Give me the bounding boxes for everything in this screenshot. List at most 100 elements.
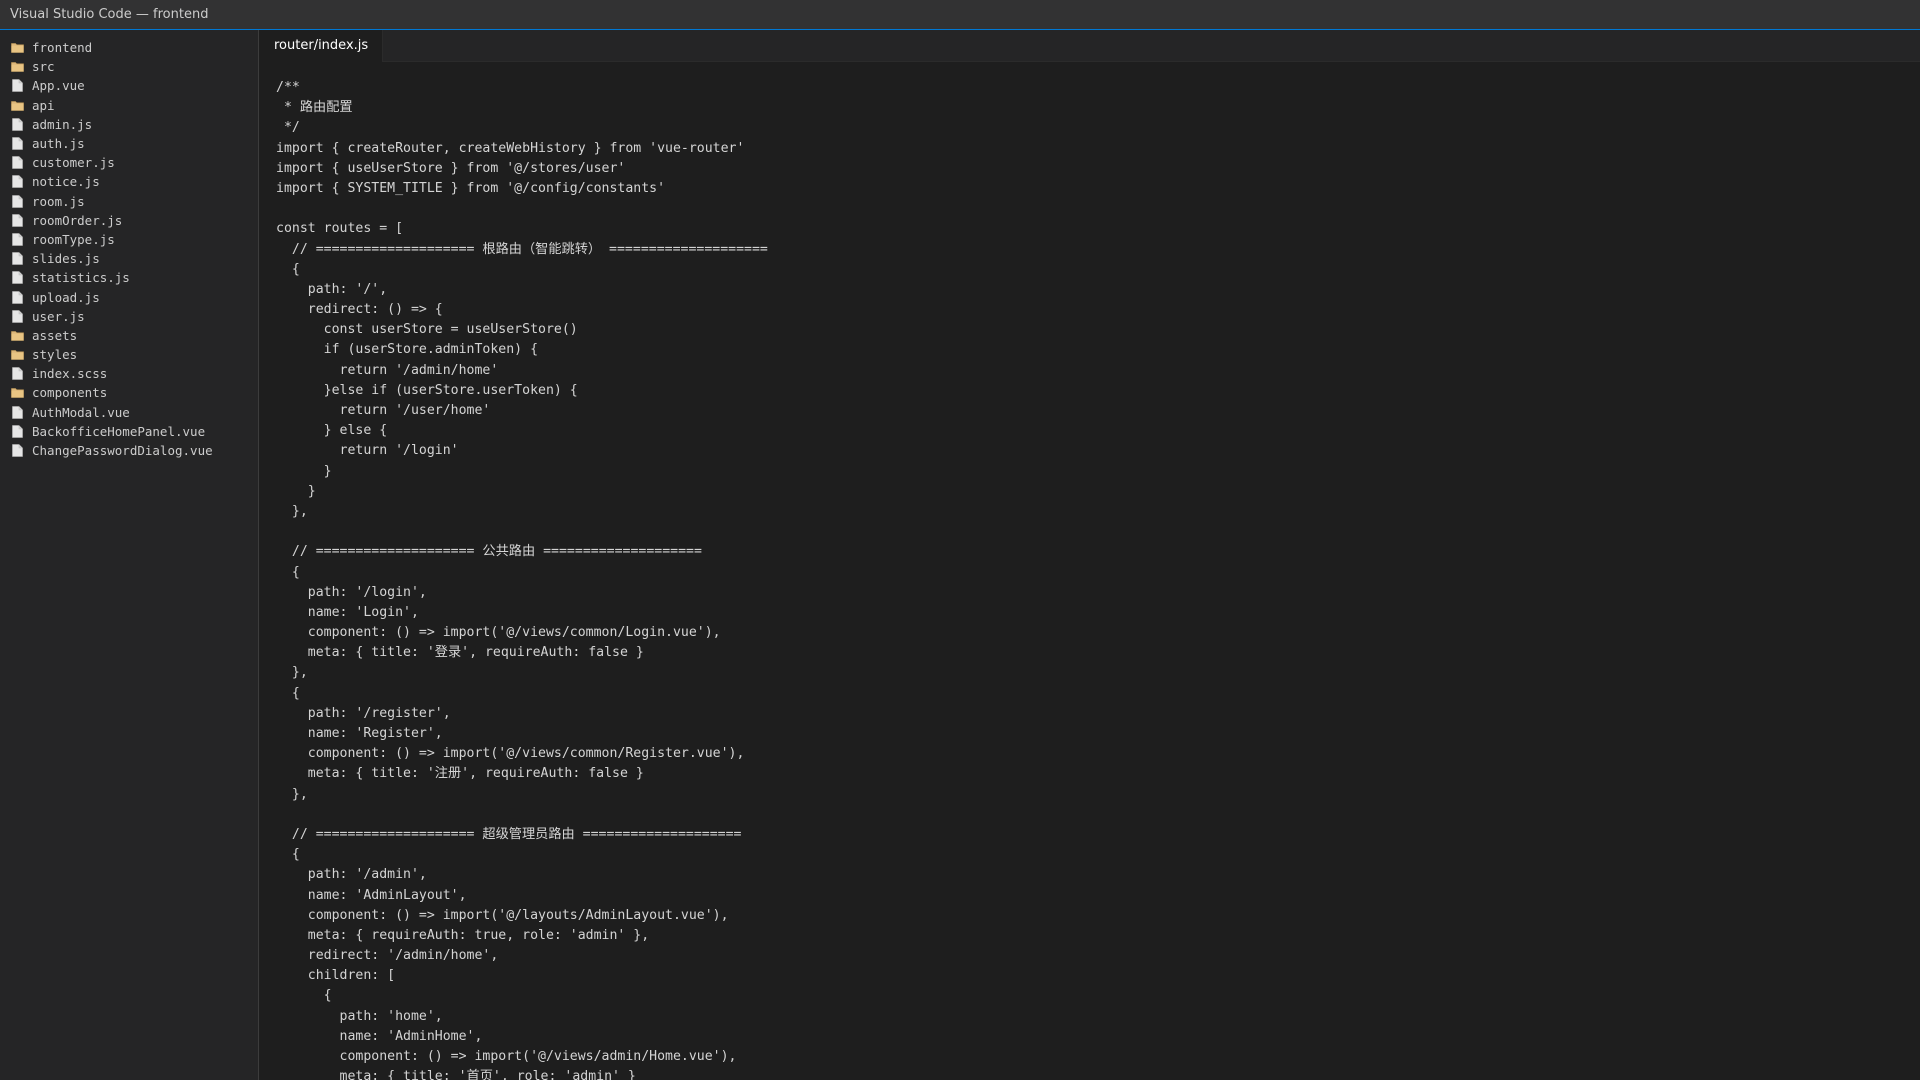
file-icon <box>10 252 24 266</box>
sidebar-item-label: slides.js <box>32 251 100 267</box>
sidebar-item[interactable]: assets <box>0 326 258 345</box>
file-icon <box>10 405 24 419</box>
code-line: } <box>276 483 316 499</box>
sidebar-item[interactable]: upload.js <box>0 287 258 306</box>
sidebar-item-label: ChangePasswordDialog.vue <box>32 443 213 459</box>
file-icon <box>10 309 24 323</box>
sidebar-item-label: roomType.js <box>32 231 115 247</box>
code-line: }else if (userStore.userToken) { <box>276 382 578 398</box>
sidebar-item-label: BackofficeHomePanel.vue <box>32 423 206 439</box>
sidebar-item[interactable]: App.vue <box>0 76 258 95</box>
code-line: meta: { requireAuth: true, role: 'admin'… <box>276 927 650 943</box>
file-icon <box>10 271 24 285</box>
code-line: const routes = [ <box>276 221 404 237</box>
sidebar-item-label: customer.js <box>32 155 115 171</box>
tab-router-index-js[interactable]: router/index.js <box>260 30 384 62</box>
file-icon <box>10 232 24 246</box>
code-line: component: () => import('@/views/common/… <box>276 625 721 641</box>
sidebar-item[interactable]: styles <box>0 345 258 364</box>
sidebar-item[interactable]: customer.js <box>0 153 258 172</box>
file-icon <box>10 194 24 208</box>
file-icon <box>10 175 24 189</box>
code-line: } <box>276 463 332 479</box>
sidebar-item[interactable]: BackofficeHomePanel.vue <box>0 422 258 441</box>
folder-icon <box>10 386 24 400</box>
sidebar-item-label: admin.js <box>32 116 93 132</box>
sidebar-item-label: styles <box>32 347 78 363</box>
code-line: }, <box>276 503 308 519</box>
sidebar-item-label: App.vue <box>32 78 85 94</box>
sidebar-item[interactable]: notice.js <box>0 172 258 191</box>
sidebar-item[interactable]: user.js <box>0 307 258 326</box>
code-line: /** <box>276 80 300 95</box>
code-line: { <box>276 847 300 863</box>
code-line: // ==================== 根路由（智能跳转） ======… <box>276 241 768 257</box>
sidebar-item[interactable]: statistics.js <box>0 268 258 287</box>
code-line: // ==================== 公共路由 ===========… <box>276 544 702 560</box>
sidebar-item[interactable]: roomOrder.js <box>0 211 258 230</box>
sidebar-item[interactable]: roomType.js <box>0 230 258 249</box>
vscode-window: Visual Studio Code — frontend frontend sr… <box>0 0 1920 1080</box>
sidebar-item-label: src <box>32 59 55 75</box>
sidebar-item[interactable]: admin.js <box>0 115 258 134</box>
sidebar-item[interactable]: index.scss <box>0 364 258 383</box>
file-icon <box>10 79 24 93</box>
sidebar-item-label: assets <box>32 327 78 343</box>
sidebar-item[interactable]: api <box>0 96 258 115</box>
sidebar-item[interactable]: slides.js <box>0 249 258 268</box>
folder-icon <box>10 98 24 112</box>
sidebar-item[interactable]: frontend <box>0 38 258 57</box>
file-icon <box>10 137 24 151</box>
code-line: if (userStore.adminToken) { <box>276 342 539 358</box>
file-icon <box>10 367 24 381</box>
code-line: component: () => import('@/views/common/… <box>276 746 745 762</box>
code-line: // ==================== 超级管理员路由 ========… <box>276 826 742 842</box>
code-line: redirect: '/admin/home', <box>276 948 499 964</box>
code-line: */ <box>276 120 300 136</box>
code-line: }, <box>276 665 308 681</box>
sidebar-item-label: statistics.js <box>32 270 130 286</box>
code-line: import { useUserStore } from '@/stores/u… <box>276 160 626 176</box>
sidebar-item-label: user.js <box>32 308 85 324</box>
window-title: Visual Studio Code — frontend <box>10 7 209 22</box>
file-icon <box>10 156 24 170</box>
code-line: const userStore = useUserStore() <box>276 322 578 338</box>
code-line: * 路由配置 <box>276 100 353 116</box>
code-line: meta: { title: '注册', requireAuth: false … <box>276 766 644 782</box>
file-icon <box>10 444 24 458</box>
sidebar-item-label: room.js <box>32 193 85 209</box>
code-line: return '/admin/home' <box>276 362 499 378</box>
sidebar-item[interactable]: components <box>0 383 258 402</box>
code-line: path: '/login', <box>276 584 427 600</box>
file-icon <box>10 117 24 131</box>
sidebar-item[interactable]: ChangePasswordDialog.vue <box>0 441 258 460</box>
folder-icon <box>10 328 24 342</box>
code-line: path: '/admin', <box>276 867 427 883</box>
sidebar-item-label: roomOrder.js <box>32 212 123 228</box>
code-line: import { SYSTEM_TITLE } from '@/config/c… <box>276 180 666 196</box>
sidebar-item[interactable]: room.js <box>0 192 258 211</box>
folder-icon <box>10 60 24 74</box>
tab-label: router/index.js <box>274 38 369 53</box>
code-line: { <box>276 685 300 701</box>
code-line: name: 'Register', <box>276 726 443 741</box>
code-line: meta: { title: '登录', requireAuth: false … <box>276 645 644 661</box>
editor-tab-bar: router/index.js <box>260 30 1920 62</box>
sidebar-item-label: auth.js <box>32 136 85 152</box>
sidebar-item-label: index.scss <box>32 366 108 382</box>
code-line: component: () => import('@/layouts/Admin… <box>276 907 729 923</box>
code-line: children: [ <box>276 968 396 984</box>
code-line: path: '/register', <box>276 705 451 721</box>
code-line: } else { <box>276 423 388 439</box>
file-icon <box>10 290 24 304</box>
code-line: }, <box>276 786 308 802</box>
code-editor[interactable]: /** * 路由配置 */ import { createRouter, crea… <box>276 78 1920 1080</box>
sidebar-item-label: AuthModal.vue <box>32 404 130 420</box>
sidebar-item[interactable]: auth.js <box>0 134 258 153</box>
sidebar-item[interactable]: src <box>0 57 258 76</box>
sidebar-item[interactable]: AuthModal.vue <box>0 403 258 422</box>
sidebar-item-label: api <box>32 97 55 113</box>
title-bar: Visual Studio Code — frontend <box>0 0 1920 30</box>
code-line: { <box>276 564 300 580</box>
